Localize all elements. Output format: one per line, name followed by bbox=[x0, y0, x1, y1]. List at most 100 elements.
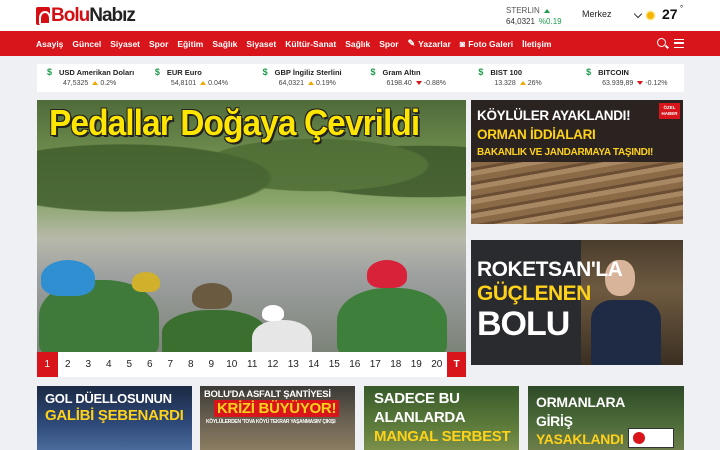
news-card-barbecue[interactable]: SADECE BU ALANLARDA MANGAL SERBEST bbox=[364, 386, 519, 450]
page-button[interactable]: 17 bbox=[365, 352, 386, 377]
nav-item-saglik-2[interactable]: Sağlık bbox=[345, 39, 370, 49]
down-arrow-icon bbox=[637, 81, 644, 86]
no-entry-icon bbox=[633, 432, 645, 444]
page-button[interactable]: 13 bbox=[283, 352, 304, 377]
nav-item-foto-galeri[interactable]: ◙ Foto Galeri bbox=[460, 39, 513, 49]
nav-item-iletisim[interactable]: İletişim bbox=[522, 39, 551, 49]
news-card-football[interactable]: GOL DÜELLOSUNUN GALİBİ ŞEBENARDI bbox=[37, 386, 192, 450]
person-body bbox=[591, 300, 661, 365]
card-headline-line2: ORMAN İDDİALARI bbox=[477, 127, 596, 142]
page-button[interactable]: 14 bbox=[304, 352, 325, 377]
card-headline-line1: GOL DÜELLOSUNUN bbox=[45, 391, 172, 406]
temperature: 27 bbox=[662, 6, 678, 22]
page-button[interactable]: 16 bbox=[345, 352, 366, 377]
page-button[interactable]: 9 bbox=[201, 352, 222, 377]
ticker-name: USD Amerikan Doları bbox=[59, 68, 135, 77]
page-button[interactable]: 12 bbox=[263, 352, 284, 377]
page-button[interactable]: 6 bbox=[140, 352, 161, 377]
page-button[interactable]: 20 bbox=[427, 352, 448, 377]
nav-item-siyaset[interactable]: Siyaset bbox=[110, 39, 140, 49]
page-button[interactable]: 15 bbox=[324, 352, 345, 377]
ticker-change: 0.04% bbox=[208, 80, 228, 87]
hero-title[interactable]: Pedallar Doğaya Çevrildi bbox=[49, 102, 420, 144]
news-card-villagers[interactable]: KÖYLÜLER AYAKLANDI! ORMAN İDDİALARI BAKA… bbox=[471, 100, 683, 224]
card-headline-line3: KÖYLÜLERDEN 'TOVA KÖYÜ TEKRAR YAŞANMASIN… bbox=[206, 419, 336, 425]
card-headline-line2: ALANLARDA bbox=[374, 409, 466, 426]
card-headline-line1: ORMANLARA bbox=[536, 394, 626, 410]
card-headline-line2: GİRİŞ bbox=[536, 413, 573, 429]
page-button[interactable]: 18 bbox=[386, 352, 407, 377]
ticker-value: 47,5325 0.2% bbox=[63, 80, 116, 87]
ticker-price: 13.328 bbox=[494, 80, 516, 87]
ticker-item-gold[interactable]: $ Gram Altın 6198.40 -0.88% bbox=[360, 64, 468, 92]
card-headline-line3: YASAKLANDI bbox=[536, 431, 624, 447]
main-nav: Asayiş Güncel Siyaset Spor Eğitim Sağlık… bbox=[0, 31, 720, 56]
nav-item-spor[interactable]: Spor bbox=[149, 39, 168, 49]
logs-image bbox=[471, 162, 683, 224]
page-button[interactable]: 19 bbox=[406, 352, 427, 377]
ticker-item-gbp[interactable]: $ GBP İngiliz Sterlini 64,0321 0.19% bbox=[253, 64, 361, 92]
page-button[interactable]: 8 bbox=[181, 352, 202, 377]
news-card-roketsan[interactable]: ROKETSAN'LA GÜÇLENEN BOLU bbox=[471, 240, 683, 365]
nav-item-yazarlar[interactable]: ✎ Yazarlar bbox=[408, 38, 451, 49]
down-arrow-icon bbox=[415, 81, 422, 86]
market-ticker: $ USD Amerikan Doları 47,5325 0.2% $ EUR … bbox=[37, 64, 684, 92]
sun-icon bbox=[647, 12, 654, 19]
ticker-item-bist[interactable]: $ BIST 100 13.328 26% bbox=[468, 64, 576, 92]
nav-item-egitim[interactable]: Eğitim bbox=[177, 39, 203, 49]
card-headline-line2: GÜÇLENEN bbox=[477, 282, 591, 305]
page-button[interactable]: 11 bbox=[242, 352, 263, 377]
page-button-last[interactable]: T bbox=[447, 352, 466, 377]
dollar-icon: $ bbox=[154, 67, 160, 77]
ticker-name: BITCOIN bbox=[598, 68, 629, 77]
nav-item-guncel[interactable]: Güncel bbox=[72, 39, 101, 49]
ticker-change: -0.88% bbox=[423, 80, 446, 87]
page-button[interactable]: 3 bbox=[78, 352, 99, 377]
page-button[interactable]: 4 bbox=[99, 352, 120, 377]
ticker-price: 64,0321 bbox=[278, 80, 304, 87]
up-arrow-icon bbox=[92, 81, 99, 86]
ticker-price: 47,5325 bbox=[63, 80, 89, 87]
hero-image-cyclist bbox=[252, 320, 312, 352]
ticker-item-usd[interactable]: $ USD Amerikan Doları 47,5325 0.2% bbox=[37, 64, 145, 92]
logo-mark-icon bbox=[36, 7, 51, 25]
nav-item-saglik[interactable]: Sağlık bbox=[212, 39, 237, 49]
camera-icon: ◙ bbox=[459, 38, 466, 49]
hamburger-menu-icon[interactable] bbox=[674, 39, 684, 48]
page-button[interactable]: 5 bbox=[119, 352, 140, 377]
ticker-change: 0.2% bbox=[100, 80, 117, 87]
site-logo[interactable]: BoluNabız bbox=[36, 5, 136, 27]
city-select[interactable]: Merkez bbox=[582, 9, 612, 19]
search-icon[interactable] bbox=[657, 38, 666, 47]
ticker-item-bitcoin[interactable]: $ BITCOIN 63.939,89 -0.12% bbox=[576, 64, 684, 92]
news-card-forest-ban[interactable]: ORMANLARA GİRİŞ YASAKLANDI bbox=[528, 386, 684, 450]
nav-item-siyaset-2[interactable]: Siyaset bbox=[246, 39, 276, 49]
nav-item-spor-2[interactable]: Spor bbox=[379, 39, 398, 49]
ticker-value: 6198.40 -0.88% bbox=[386, 80, 446, 87]
temperature-unit: ° bbox=[680, 4, 684, 13]
card-headline-line3: BAKANLIK VE JANDARMAYA TAŞINDI! bbox=[477, 147, 654, 158]
nav-item-kultur-sanat[interactable]: Kültür-Sanat bbox=[285, 39, 336, 49]
page-button[interactable]: 2 bbox=[58, 352, 79, 377]
chevron-down-icon[interactable] bbox=[633, 9, 643, 19]
page-button[interactable]: 1 bbox=[37, 352, 58, 377]
hero-image-helmet bbox=[367, 260, 407, 288]
nav-item-asayis[interactable]: Asayiş bbox=[36, 39, 63, 49]
card-headline-line3: BOLU bbox=[477, 305, 570, 343]
headline-slider[interactable]: Pedallar Doğaya Çevrildi bbox=[37, 100, 466, 352]
ticker-name: BIST 100 bbox=[490, 68, 522, 77]
page-button[interactable]: 10 bbox=[222, 352, 243, 377]
news-card-asphalt[interactable]: BOLU'DA ASFALT ŞANTİYESİ KRİZİ BÜYÜYOR! … bbox=[200, 386, 355, 450]
dollar-icon: $ bbox=[586, 67, 592, 77]
ticker-change: -0.12% bbox=[645, 80, 668, 87]
dollar-icon: $ bbox=[47, 67, 53, 77]
hero-image-helmet bbox=[192, 283, 232, 309]
card-headline-line1: BOLU'DA ASFALT ŞANTİYESİ bbox=[204, 389, 331, 400]
ticker-item-eur[interactable]: $ EUR Euro 54,8101 0.04% bbox=[145, 64, 253, 92]
logo-text-part2: Nabız bbox=[89, 5, 136, 26]
ticker-name: GBP İngiliz Sterlini bbox=[274, 68, 342, 77]
page-button[interactable]: 7 bbox=[160, 352, 181, 377]
pen-icon: ✎ bbox=[407, 38, 416, 48]
hero-image-helmet bbox=[132, 272, 160, 292]
hero-image-cyclist bbox=[337, 288, 447, 352]
